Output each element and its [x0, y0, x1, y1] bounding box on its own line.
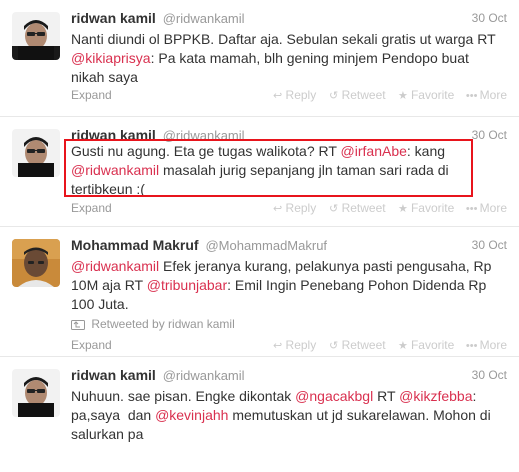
- tweet-header: ridwan kamil @ridwankamil 30 Oct: [71, 10, 507, 28]
- tweet-footer: Expand ↩ Reply ↺ Retweet ★ Favorite ••• More: [71, 88, 507, 104]
- reply-arrow-icon: ↩: [272, 90, 283, 102]
- tweet-author-username[interactable]: @ridwankamil: [163, 368, 245, 383]
- ellipsis-icon: •••: [465, 203, 478, 215]
- reply-button[interactable]: ↩ Reply: [272, 338, 316, 352]
- tweet-actions: ↩ Reply ↺ Retweet ★ Favorite ••• More: [264, 88, 507, 102]
- tweet-timestamp[interactable]: 30 Oct: [472, 11, 507, 25]
- mention-link[interactable]: @tribunjabar: [147, 277, 227, 293]
- mention-link[interactable]: @kikiaprisya: [71, 50, 151, 66]
- retweet-button[interactable]: ↺ Retweet: [328, 88, 386, 102]
- mention-link[interactable]: @ngacakbgl: [295, 388, 373, 404]
- tweet-author-username[interactable]: @MohammadMakruf: [205, 238, 327, 253]
- mention-link[interactable]: @ridwankamil: [71, 258, 159, 274]
- tweet-text-segment: pa,saya dan: [71, 407, 156, 423]
- expand-link[interactable]: Expand: [71, 338, 112, 352]
- tweet-actions: ↩ Reply ↺ Retweet ★ Favorite ••• More: [264, 338, 507, 352]
- retweeted-by[interactable]: Retweeted by ridwan kamil: [71, 317, 235, 331]
- tweet-text-segment: 10M aja RT: [71, 277, 147, 293]
- star-icon: ★: [398, 90, 408, 102]
- tweet-text-line: pa,saya dan @kevinjahh memutuskan ut jd …: [71, 406, 501, 425]
- tweet-item[interactable]: ridwan kamil @ridwankamil 30 Oct Nuhuun.…: [0, 357, 519, 472]
- tweet-text-line: @ridwankamil Efek jeranya kurang, pelaku…: [71, 257, 501, 276]
- expand-link[interactable]: Expand: [71, 201, 112, 215]
- tweet-text-segment: nikah saya: [71, 69, 138, 85]
- tweet-text-segment: 100 Juta.: [71, 296, 129, 312]
- tweet-author-username[interactable]: @ridwankamil: [163, 11, 245, 26]
- reply-arrow-icon: ↩: [272, 203, 283, 215]
- tweet-timestamp[interactable]: 30 Oct: [472, 368, 507, 382]
- tweet-text: Nanti diundi ol BPPKB. Daftar aja. Sebul…: [71, 30, 501, 87]
- tweet-text-segment: Nanti diundi ol BPPKB. Daftar aja. Sebul…: [71, 31, 496, 47]
- tweet-timestamp[interactable]: 30 Oct: [472, 128, 507, 142]
- star-icon: ★: [398, 340, 408, 352]
- tweet-timestamp[interactable]: 30 Oct: [472, 238, 507, 252]
- tweet-text-segment: : Emil Ingin Penebang Pohon Didenda Rp: [227, 277, 487, 293]
- tweet-text-segment: RT: [373, 388, 400, 404]
- avatar[interactable]: [12, 129, 60, 177]
- tweet-text-segment: salurkan pa: [71, 426, 144, 442]
- more-button[interactable]: ••• More: [466, 88, 507, 102]
- tweet-author-name[interactable]: ridwan kamil: [71, 367, 156, 383]
- reply-arrow-icon: ↩: [272, 340, 283, 352]
- retweet-button[interactable]: ↺ Retweet: [328, 201, 386, 215]
- tweet-author-name[interactable]: Mohammad Makruf: [71, 237, 199, 253]
- tweet-text-line: 10M aja RT @tribunjabar: Emil Ingin Pene…: [71, 276, 501, 295]
- highlight-annotation-box: [64, 139, 473, 197]
- avatar[interactable]: [12, 239, 60, 287]
- tweet-text-line: salurkan pa: [71, 425, 501, 444]
- tweet-text-segment: : Pa kata mamah, blh gening minjem Pendo…: [150, 50, 469, 66]
- tweet-text-segment: memutuskan ut jd sukarelawan. Mohon di: [228, 407, 491, 423]
- tweet-text-line: Nanti diundi ol BPPKB. Daftar aja. Sebul…: [71, 30, 501, 49]
- tweet-text: @ridwankamil Efek jeranya kurang, pelaku…: [71, 257, 501, 314]
- favorite-button[interactable]: ★ Favorite: [397, 201, 454, 215]
- reply-button[interactable]: ↩ Reply: [272, 88, 316, 102]
- tweet-text-line: @kikiaprisya: Pa kata mamah, blh gening …: [71, 49, 501, 68]
- retweet-icon: [71, 319, 85, 330]
- tweet-text-segment: :: [472, 388, 477, 404]
- tweet-item[interactable]: ridwan kamil @ridwankamil 30 Oct Nanti d…: [0, 0, 519, 117]
- mention-link[interactable]: @kevinjahh: [155, 407, 228, 423]
- retweeted-by-label: Retweeted by ridwan kamil: [91, 317, 235, 331]
- more-button[interactable]: ••• More: [466, 201, 507, 215]
- avatar[interactable]: [12, 369, 60, 417]
- tweet-timeline: ridwan kamil @ridwankamil 30 Oct Nanti d…: [0, 0, 519, 472]
- tweet-text-line: nikah saya: [71, 68, 501, 87]
- tweet-text-line: Nuhuun. sae pisan. Engke dikontak @ngaca…: [71, 387, 501, 406]
- ellipsis-icon: •••: [465, 340, 478, 352]
- favorite-button[interactable]: ★ Favorite: [397, 338, 454, 352]
- tweet-actions: ↩ Reply ↺ Retweet ★ Favorite ••• More: [264, 201, 507, 215]
- expand-link[interactable]: Expand: [71, 88, 112, 102]
- avatar[interactable]: [12, 12, 60, 60]
- tweet-footer: Expand ↩ Reply ↺ Retweet ★ Favorite ••• More: [71, 338, 507, 354]
- retweet-button[interactable]: ↺ Retweet: [328, 338, 386, 352]
- reply-button[interactable]: ↩ Reply: [272, 201, 316, 215]
- tweet-author-name[interactable]: ridwan kamil: [71, 10, 156, 26]
- ellipsis-icon: •••: [465, 90, 478, 102]
- mention-link[interactable]: @kikzfebba: [399, 388, 472, 404]
- retweet-arrows-icon: ↺: [328, 90, 339, 102]
- star-icon: ★: [398, 203, 408, 215]
- tweet-text-segment: Efek jeranya kurang, pelakunya pasti pen…: [159, 258, 492, 274]
- tweet-footer: Expand ↩ Reply ↺ Retweet ★ Favorite ••• More: [71, 201, 507, 217]
- retweet-arrows-icon: ↺: [328, 340, 339, 352]
- tweet-header: ridwan kamil @ridwankamil 30 Oct: [71, 367, 507, 385]
- favorite-button[interactable]: ★ Favorite: [397, 88, 454, 102]
- tweet-text-line: 100 Juta.: [71, 295, 501, 314]
- tweet-text-segment: Nuhuun. sae pisan. Engke dikontak: [71, 388, 296, 404]
- tweet-item[interactable]: Mohammad Makruf @MohammadMakruf 30 Oct @…: [0, 227, 519, 357]
- more-button[interactable]: ••• More: [466, 338, 507, 352]
- retweet-arrows-icon: ↺: [328, 203, 339, 215]
- tweet-text: Nuhuun. sae pisan. Engke dikontak @ngaca…: [71, 387, 501, 444]
- tweet-header: Mohammad Makruf @MohammadMakruf 30 Oct: [71, 237, 507, 255]
